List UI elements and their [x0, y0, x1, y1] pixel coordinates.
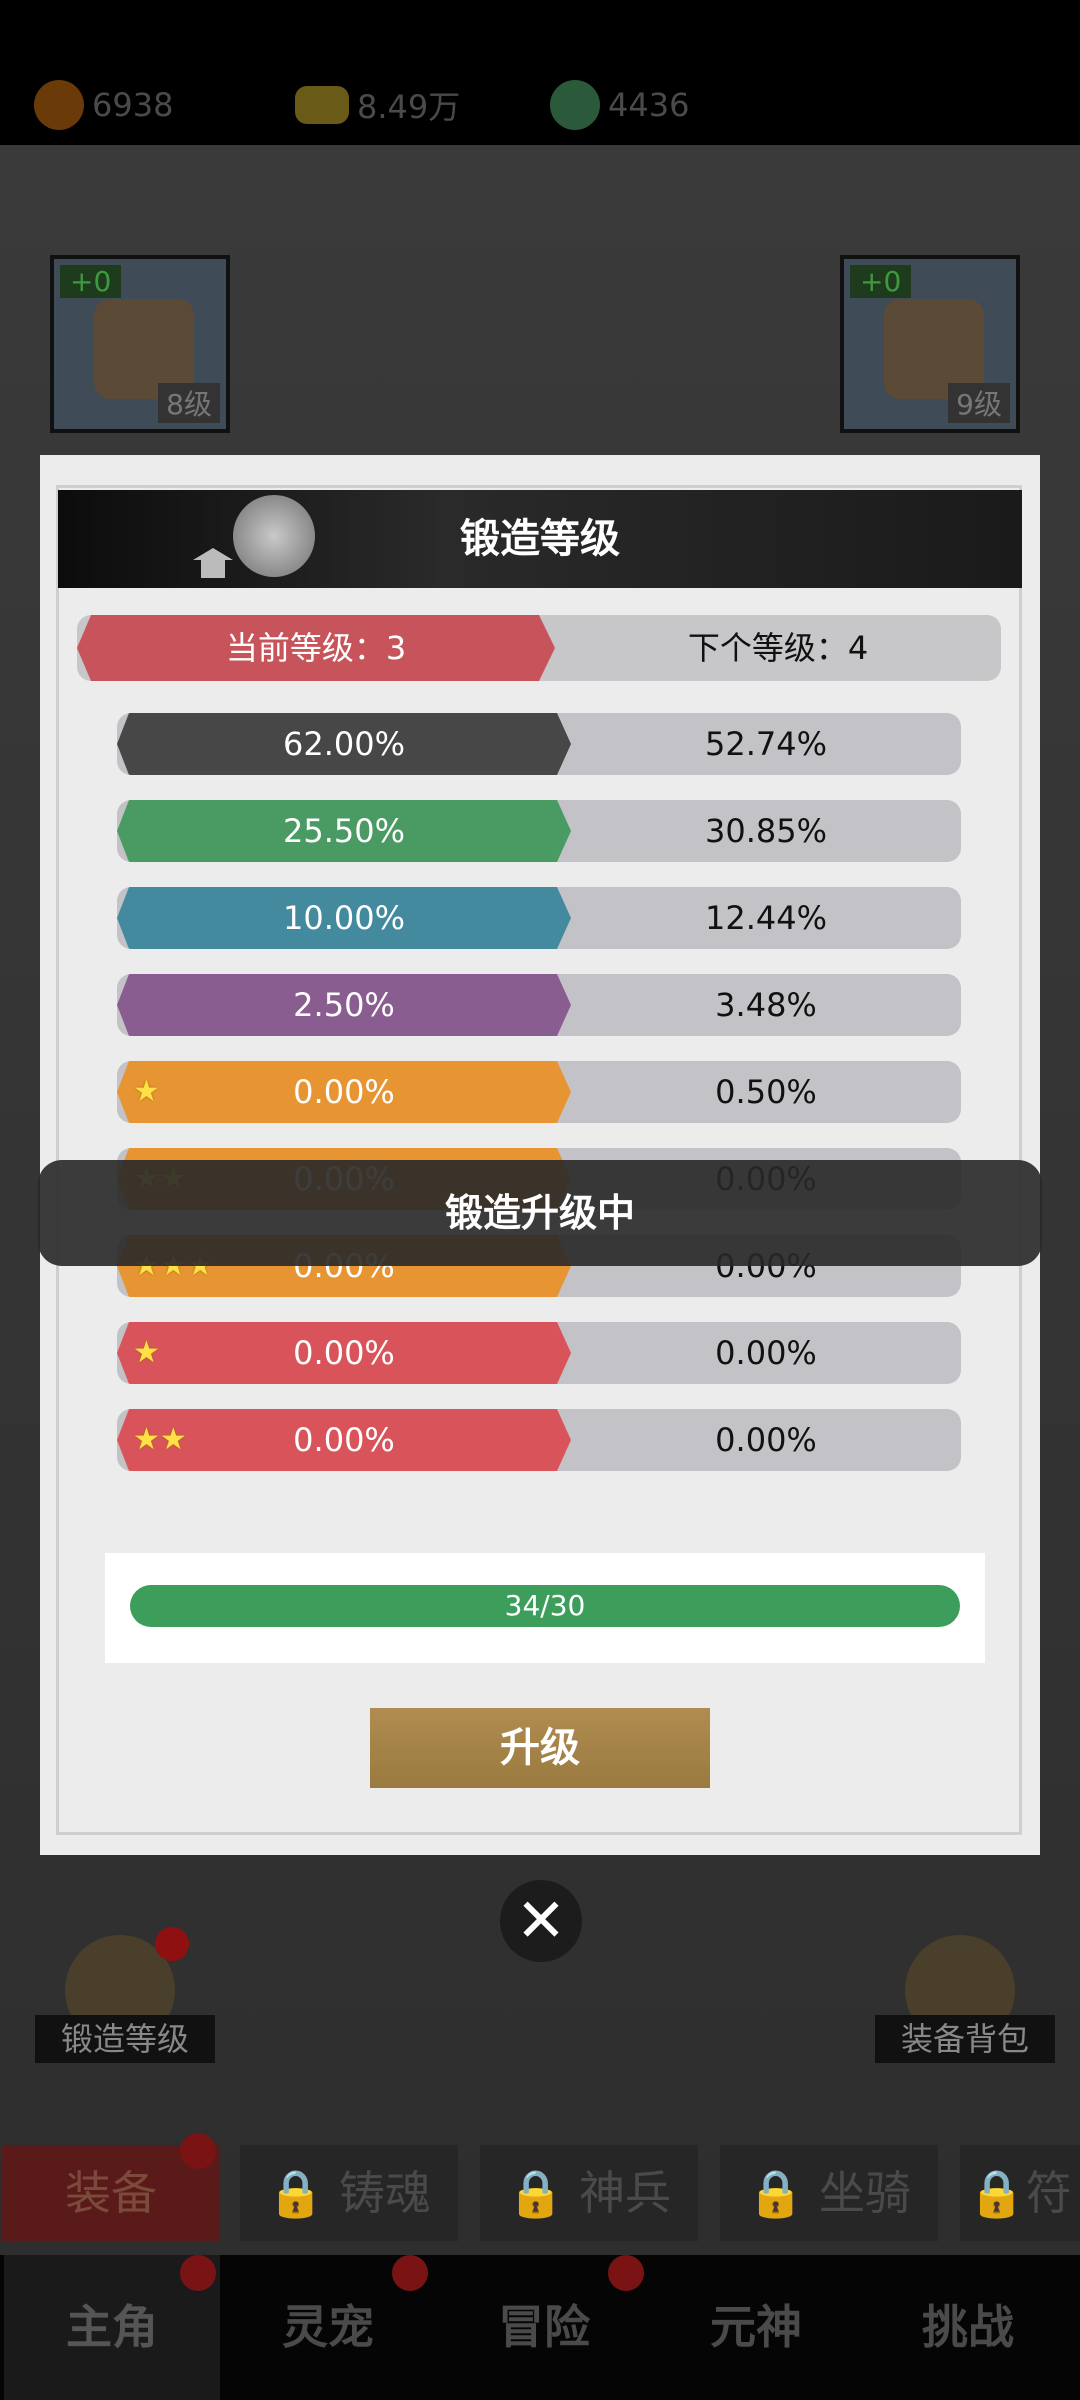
tab-divine-weapon[interactable]: 🔒 神兵 — [480, 2145, 698, 2241]
current-rate: 25.50% — [117, 800, 571, 862]
flame-icon — [34, 80, 84, 130]
notification-dot — [180, 2133, 216, 2169]
jade-icon — [550, 80, 600, 130]
notification-dot — [392, 2255, 428, 2291]
rate-row: 0.00% ★ 0.50% — [117, 1061, 961, 1123]
nav-spirit[interactable]: 元神 — [648, 2255, 864, 2400]
forge-level-modal: 锻造等级 当前等级：3 下个等级：4 62.00% 52.74% 25.50% 30.… — [40, 455, 1040, 1855]
next-rate: 0.00% — [715, 1334, 817, 1372]
lock-icon: 🔒 — [507, 2166, 565, 2220]
nav-label: 冒险 — [498, 2300, 590, 2354]
rate-row: 62.00% 52.74% — [117, 713, 961, 775]
next-rate: 0.50% — [715, 1073, 817, 1111]
enhance-badge: +0 — [850, 265, 912, 298]
resource-gold: 8.49万 — [295, 70, 460, 140]
forge-level-button[interactable]: 锻造等级 — [35, 1927, 215, 2063]
bottom-nav: 主角 灵宠 冒险 元神 挑战 — [0, 2255, 1080, 2400]
next-rate: 0.00% — [715, 1421, 817, 1459]
rate-row: 0.00% ★ 0.00% — [117, 1322, 961, 1384]
current-rate: 0.00% — [117, 1322, 571, 1384]
star-icon: ★★ — [133, 1422, 187, 1457]
resource-bar: 6938 8.49万 4436 — [0, 0, 1080, 145]
notification-dot — [608, 2255, 644, 2291]
nav-challenge[interactable]: 挑战 — [860, 2255, 1076, 2400]
star-icon: ★ — [133, 1335, 160, 1370]
lock-icon: 🔒 — [747, 2166, 805, 2220]
rate-row: 10.00% 12.44% — [117, 887, 961, 949]
resource-jade: 4436 — [550, 70, 689, 140]
enhance-badge: +0 — [60, 265, 122, 298]
tab-label: 符 — [1025, 2166, 1072, 2220]
current-rate: 10.00% — [117, 887, 571, 949]
level-compare-row: 当前等级：3 下个等级：4 — [77, 615, 1001, 681]
tab-mount[interactable]: 🔒 坐骑 — [720, 2145, 938, 2241]
rate-row: 25.50% 30.85% — [117, 800, 961, 862]
current-rate: 2.50% — [117, 974, 571, 1036]
sub-tab-bar: 装备 🔒 铸魂 🔒 神兵 🔒 坐骑 🔒符 — [0, 2133, 1080, 2245]
nav-label: 挑战 — [922, 2300, 1014, 2354]
equipment-slot-armor[interactable]: +0 9级 — [840, 255, 1020, 433]
nav-label: 主角 — [66, 2300, 158, 2354]
forging-toast: 锻造升级中 — [38, 1160, 1042, 1266]
tab-label: 装备 — [65, 2166, 157, 2220]
next-level: 下个等级：4 — [687, 629, 869, 667]
tab-label: 铸魂 — [338, 2166, 431, 2220]
item-level: 9级 — [948, 383, 1010, 423]
forge-progress-bar: 34/30 — [130, 1585, 960, 1627]
lock-icon: 🔒 — [968, 2166, 1026, 2220]
rate-row: 0.00%★★0.00% — [117, 1409, 961, 1471]
modal-banner: 锻造等级 — [58, 490, 1022, 588]
notification-dot — [155, 1927, 189, 1961]
close-button[interactable]: ✕ — [500, 1880, 582, 1962]
equipment-slot-weapon[interactable]: +0 8级 — [50, 255, 230, 433]
current-rate: 0.00% — [117, 1061, 571, 1123]
modal-title: 锻造等级 — [460, 516, 620, 562]
rate-row: 2.50% 3.48% — [117, 974, 961, 1036]
close-icon: ✕ — [515, 1886, 567, 1956]
tab-label: 坐骑 — [818, 2166, 911, 2220]
resource-gold-value: 8.49万 — [357, 88, 461, 126]
next-rate: 30.85% — [704, 812, 827, 850]
tab-label: 神兵 — [578, 2166, 671, 2220]
lock-icon: 🔒 — [267, 2166, 325, 2220]
next-rate: 3.48% — [715, 986, 817, 1024]
current-rate: 62.00% — [117, 713, 571, 775]
resource-jade-value: 4436 — [608, 86, 690, 124]
nav-label: 灵宠 — [282, 2300, 374, 2354]
notification-dot — [180, 2255, 216, 2291]
current-level: 当前等级：3 — [77, 615, 555, 681]
star-icon: ★ — [133, 1074, 160, 1109]
resource-flame-value: 6938 — [92, 86, 174, 124]
resource-flame: 6938 — [34, 70, 173, 140]
upgrade-button[interactable]: 升级 — [370, 1708, 710, 1788]
item-level: 8级 — [158, 383, 220, 423]
next-rate: 52.74% — [704, 725, 827, 763]
progress-panel: 34/30 — [105, 1553, 985, 1663]
tab-forge-soul[interactable]: 🔒 铸魂 — [240, 2145, 458, 2241]
forge-level-label: 锻造等级 — [35, 2015, 215, 2063]
equipment-bag-button[interactable]: 装备背包 — [875, 1935, 1055, 2063]
equipment-bag-label: 装备背包 — [875, 2015, 1055, 2063]
next-rate: 12.44% — [704, 899, 827, 937]
nav-label: 元神 — [710, 2300, 802, 2354]
tab-talisman[interactable]: 🔒符 — [960, 2145, 1080, 2241]
gold-ingot-icon — [295, 86, 349, 124]
